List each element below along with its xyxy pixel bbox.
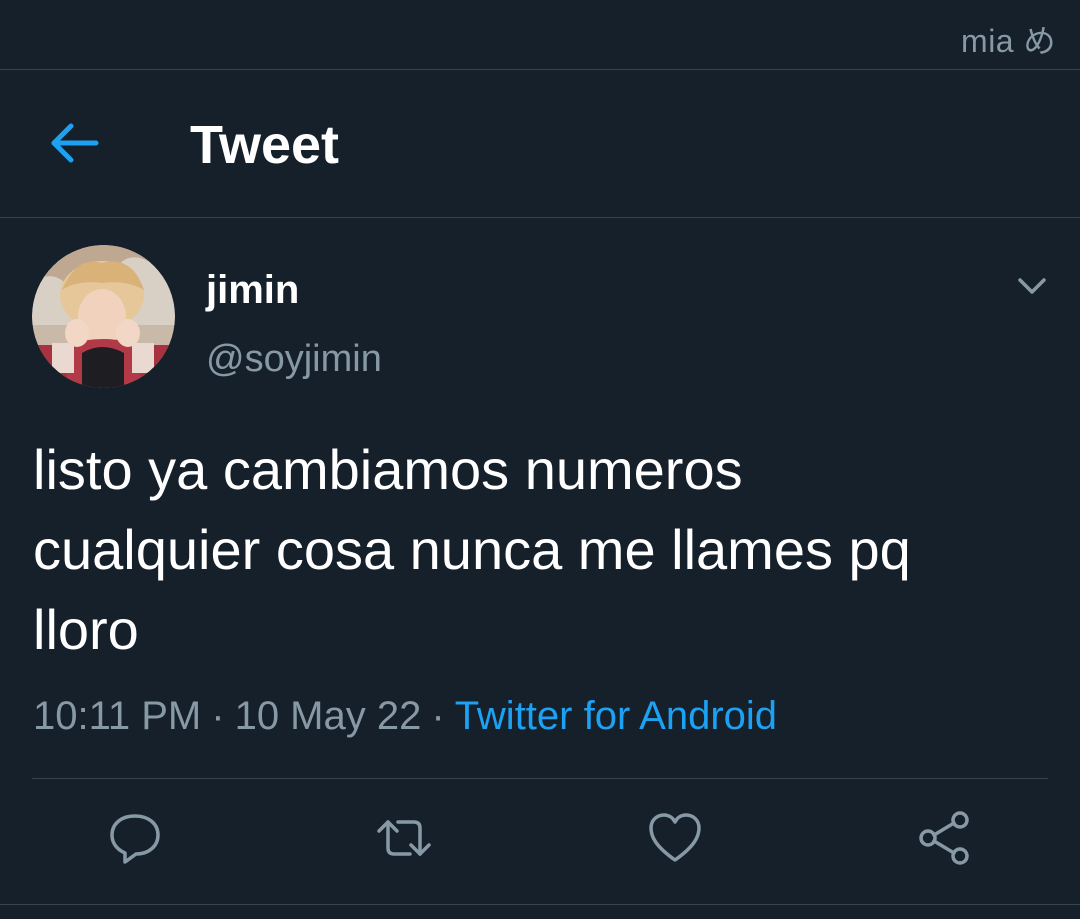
tweet-text-line: listo ya cambiamos numeros (33, 438, 743, 501)
share-button[interactable] (914, 808, 974, 868)
divider (0, 217, 1080, 218)
user-avatar-image (32, 245, 175, 388)
tweet-source-link[interactable]: Twitter for Android (455, 694, 777, 738)
retweet-icon (377, 820, 431, 856)
divider (32, 778, 1048, 779)
chevron-down-icon (1018, 278, 1046, 294)
separator-dot: · (211, 694, 225, 738)
tweet-date: 10 May 22 (234, 694, 422, 738)
author-display-name[interactable]: jimin (206, 268, 299, 313)
like-button[interactable] (645, 808, 705, 868)
tweet-time: 10:11 PM (33, 694, 202, 738)
tweet-metadata: 10:11 PM · 10 May 22 · Twitter for Android (33, 694, 777, 739)
tweet-text: listo ya cambiamos numeros cualquier cos… (33, 430, 1053, 670)
reply-button[interactable] (105, 808, 165, 868)
author-handle[interactable]: @soyjimin (206, 338, 382, 381)
arrow-left-icon (51, 123, 99, 163)
top-app-bar: Tweet (0, 70, 1080, 217)
reply-icon (110, 814, 160, 864)
tweet-text-line: cualquier cosa nunca me llames pq (33, 518, 911, 581)
avatar[interactable] (32, 245, 175, 388)
divider (0, 904, 1080, 905)
separator-dot: · (431, 694, 445, 738)
watermark-text: mia め (961, 23, 1056, 59)
heart-icon (649, 813, 701, 862)
tweet-text-line: lloro (33, 598, 139, 661)
page-title: Tweet (190, 115, 340, 175)
share-icon (919, 811, 969, 865)
tweet-actions-bar (0, 808, 1080, 872)
back-button[interactable] (44, 118, 104, 168)
more-options-button[interactable] (1014, 272, 1050, 300)
retweet-button[interactable] (374, 808, 434, 868)
tweet-screen: mia め Tweet jimin @soyjimin listo ya cam… (0, 0, 1080, 919)
